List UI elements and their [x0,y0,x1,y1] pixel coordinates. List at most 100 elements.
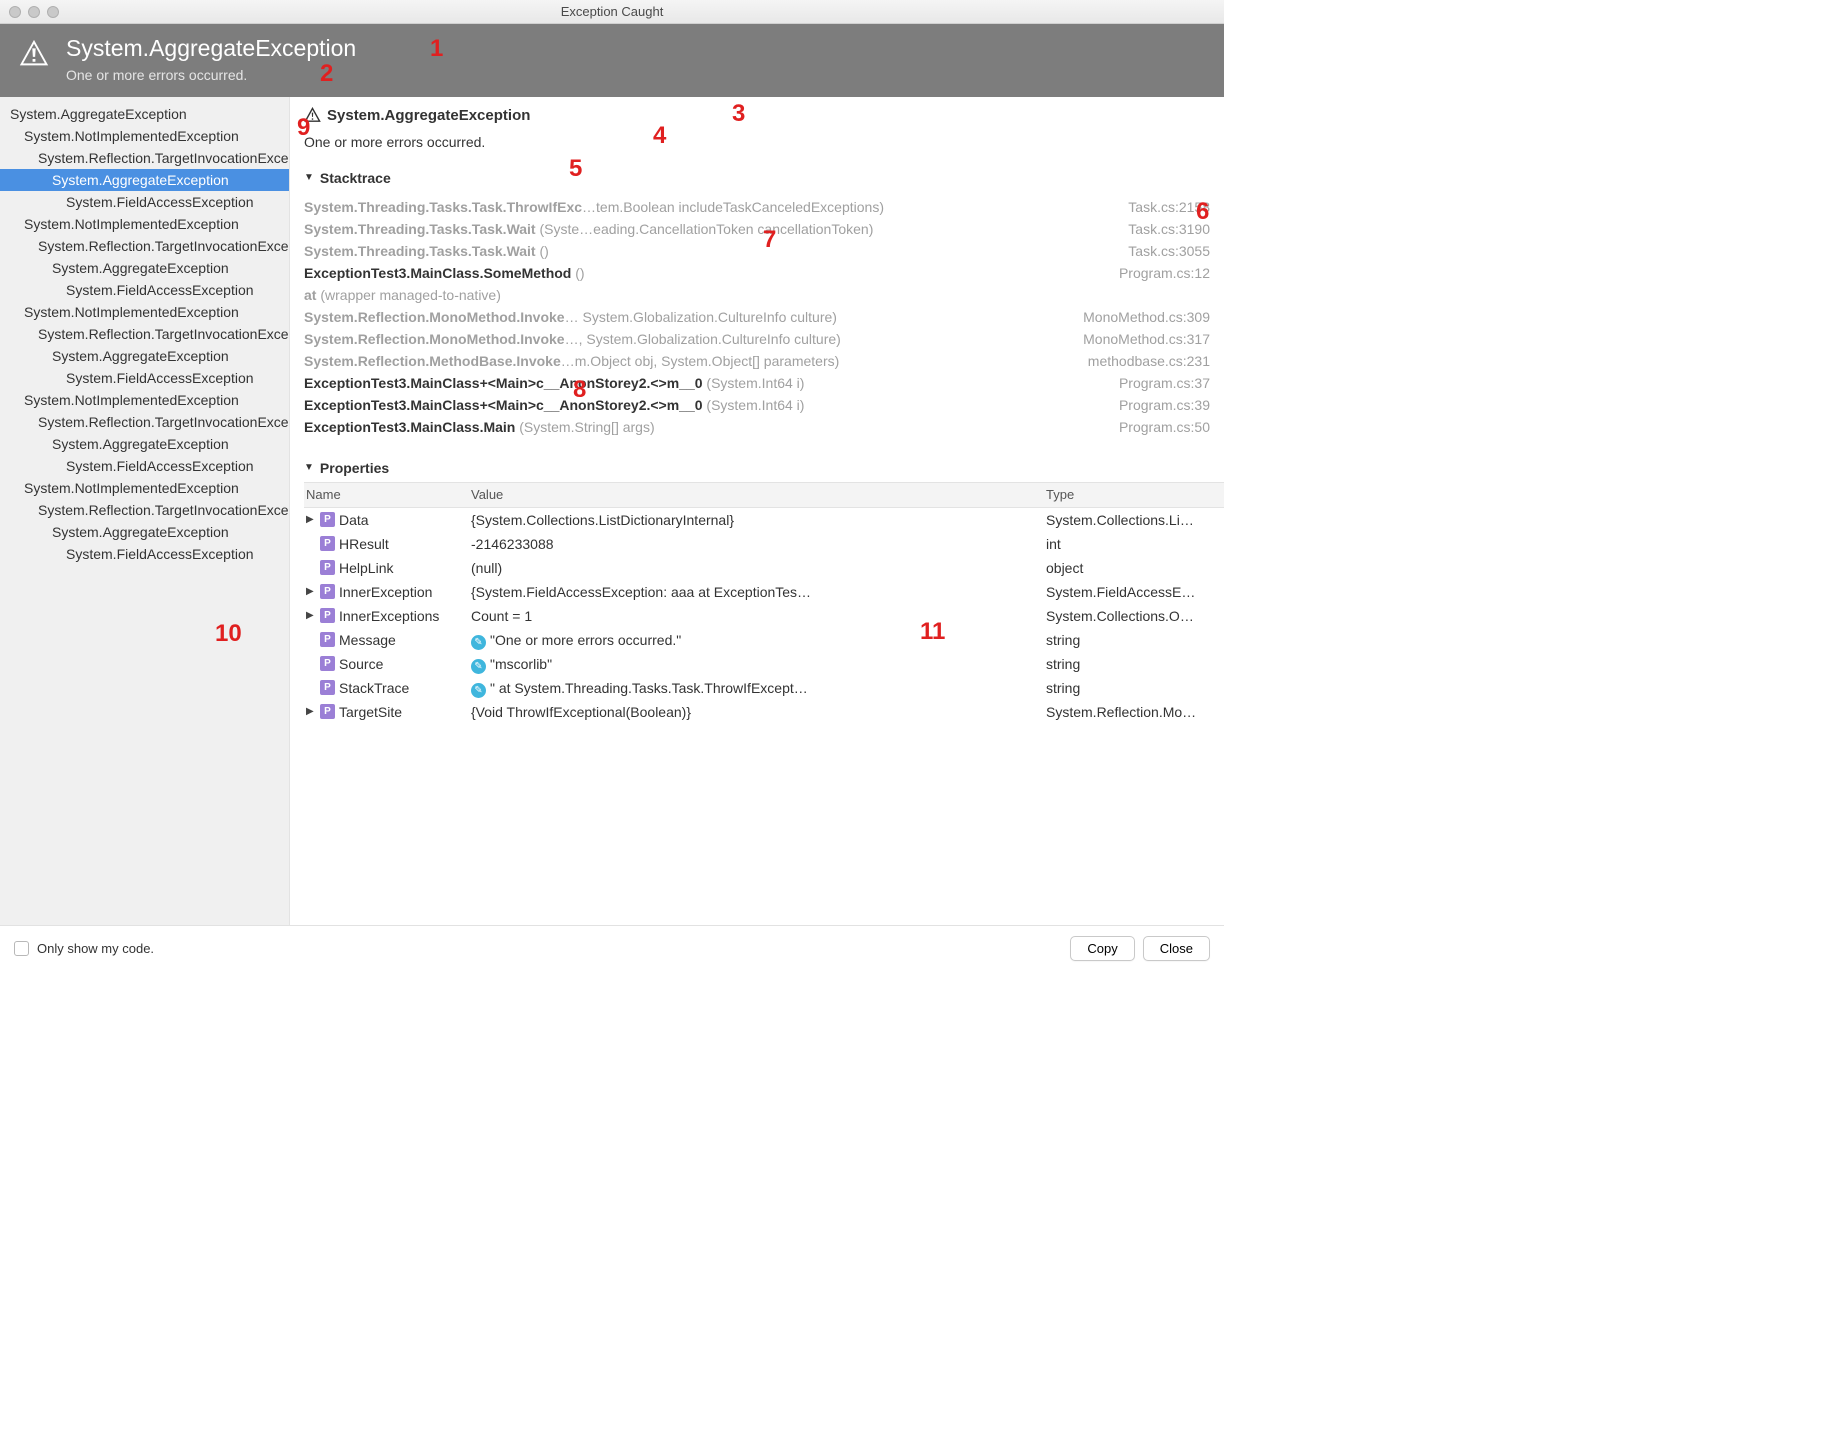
column-name: Name [304,483,469,507]
property-badge-icon: P [320,560,335,575]
property-row[interactable]: ▶ P Data {System.Collections.ListDictionary… [304,508,1224,532]
property-type: System.FieldAccessE… [1044,580,1224,604]
dialog-header: System.AggregateException One or more er… [0,24,1224,97]
detail-exception-type: System.AggregateException [327,107,530,124]
tree-item[interactable]: System.Reflection.TargetInvocationExcept… [0,235,289,257]
tree-item[interactable]: System.NotImplementedException [0,213,289,235]
property-name: Source [339,652,383,676]
chevron-down-icon: ▼ [304,172,314,183]
tree-item[interactable]: System.NotImplementedException [0,477,289,499]
chevron-right-icon[interactable]: ▶ [306,604,316,628]
property-value: ✎"mscorlib" [469,652,1044,676]
property-value: {System.Collections.ListDictionaryIntern… [469,508,1044,532]
tree-item[interactable]: System.Reflection.TargetInvocationExcept… [0,411,289,433]
property-row[interactable]: PMessage✎"One or more errors occurred."s… [304,628,1224,652]
property-value: (null) [469,556,1044,580]
property-type: System.Collections.Li… [1044,508,1224,532]
stacktrace-row[interactable]: System.Reflection.MethodBase.Invoke…m.Ob… [304,350,1210,372]
property-name: Message [339,628,396,652]
detail-exception-message: One or more errors occurred. [304,134,1210,150]
tree-item[interactable]: System.AggregateException [0,521,289,543]
tree-item[interactable]: System.Reflection.TargetInvocationExcept… [0,323,289,345]
property-name: HelpLink [339,556,393,580]
property-row[interactable]: ▶PInnerException{System.FieldAccessExcep… [304,580,1224,604]
properties-label: Properties [320,460,389,476]
property-row[interactable]: PSource✎"mscorlib"string [304,652,1224,676]
exception-message: One or more errors occurred. [66,67,356,83]
property-type: string [1044,676,1224,700]
stacktrace-label: Stacktrace [320,170,391,186]
exception-dialog: Exception Caught System.AggregateExcepti… [0,0,1224,970]
property-row[interactable]: PStackTrace✎" at System.Threading.Tasks.… [304,676,1224,700]
chevron-right-icon[interactable]: ▶ [306,508,316,532]
stacktrace-row[interactable]: System.Threading.Tasks.Task.Wait ()Task.… [304,240,1210,262]
property-value: {Void ThrowIfExceptional(Boolean)} [469,700,1044,724]
copy-button[interactable]: Copy [1070,936,1134,961]
visualizer-icon[interactable]: ✎ [471,635,486,650]
visualizer-icon[interactable]: ✎ [471,659,486,674]
property-badge-icon: P [320,536,335,551]
property-value: Count = 1 [469,604,1044,628]
warning-triangle-icon [304,107,321,124]
tree-item[interactable]: System.FieldAccessException [0,455,289,477]
chevron-right-icon[interactable]: ▶ [306,580,316,604]
chevron-right-icon[interactable]: ▶ [306,700,316,724]
tree-item[interactable]: System.NotImplementedException [0,125,289,147]
stacktrace-row[interactable]: ExceptionTest3.MainClass.Main (System.St… [304,416,1210,438]
tree-item[interactable]: System.AggregateException [0,433,289,455]
stacktrace-row[interactable]: ExceptionTest3.MainClass+<Main>c__AnonSt… [304,372,1210,394]
property-badge-icon: P [320,632,335,647]
stacktrace-list: System.Threading.Tasks.Task.ThrowIfExc…t… [290,192,1224,446]
property-row[interactable]: PHResult-2146233088int [304,532,1224,556]
chevron-down-icon: ▼ [304,462,314,473]
property-name: TargetSite [339,700,402,724]
column-type: Type [1044,483,1224,507]
stacktrace-row[interactable]: System.Threading.Tasks.Task.Wait (Syste…… [304,218,1210,240]
property-name: Data [339,508,369,532]
stacktrace-row[interactable]: System.Reflection.MonoMethod.Invoke… Sys… [304,306,1210,328]
visualizer-icon[interactable]: ✎ [471,683,486,698]
property-value: -2146233088 [469,532,1044,556]
tree-item[interactable]: System.Reflection.TargetInvocationExcept… [0,147,289,169]
only-my-code-checkbox[interactable] [14,941,29,956]
tree-item[interactable]: System.NotImplementedException [0,389,289,411]
tree-item[interactable]: System.NotImplementedException [0,301,289,323]
tree-item[interactable]: System.FieldAccessException [0,279,289,301]
property-badge-icon: P [320,608,335,623]
property-row[interactable]: PHelpLink(null)object [304,556,1224,580]
property-row[interactable]: ▶ P TargetSite {Void ThrowIfExceptional(Boo… [304,700,1224,724]
stacktrace-row[interactable]: System.Threading.Tasks.Task.ThrowIfExc…t… [304,196,1210,218]
tree-item[interactable]: System.FieldAccessException [0,543,289,565]
tree-item[interactable]: System.Reflection.TargetInvocationExcept… [0,499,289,521]
properties-section-toggle[interactable]: ▼ Properties [290,446,1224,482]
tree-item[interactable]: System.AggregateException [0,103,289,125]
property-name: InnerException [339,580,432,604]
stacktrace-row[interactable]: ExceptionTest3.MainClass+<Main>c__AnonSt… [304,394,1210,416]
window-title: Exception Caught [0,4,1224,19]
property-type: System.Collections.O… [1044,604,1224,628]
property-type: int [1044,532,1224,556]
only-my-code-label: Only show my code. [37,941,154,956]
exception-tree[interactable]: System.AggregateExceptionSystem.NotImple… [0,97,290,925]
tree-item[interactable]: System.AggregateException [0,345,289,367]
stacktrace-row[interactable]: at (wrapper managed-to-native) [304,284,1210,306]
column-value: Value [469,483,1044,507]
tree-item[interactable]: System.FieldAccessException [0,191,289,213]
property-row[interactable]: ▶PInnerExceptionsCount = 1System.Collect… [304,604,1224,628]
property-value: ✎" at System.Threading.Tasks.Task.ThrowI… [469,676,1044,700]
exception-type-title: System.AggregateException [66,34,356,63]
tree-item[interactable]: System.AggregateException [0,257,289,279]
close-button[interactable]: Close [1143,936,1210,961]
property-badge-icon: P [320,704,335,719]
property-type: System.Reflection.Mo… [1044,700,1224,724]
property-badge-icon: P [320,512,335,527]
titlebar: Exception Caught [0,0,1224,24]
property-badge-icon: P [320,584,335,599]
stacktrace-row[interactable]: System.Reflection.MonoMethod.Invoke…, Sy… [304,328,1210,350]
tree-item[interactable]: System.AggregateException [0,169,289,191]
stacktrace-section-toggle[interactable]: ▼ Stacktrace [290,156,1224,192]
property-badge-icon: P [320,680,335,695]
properties-header-row: Name Value Type [304,482,1224,508]
stacktrace-row[interactable]: ExceptionTest3.MainClass.SomeMethod ()Pr… [304,262,1210,284]
tree-item[interactable]: System.FieldAccessException [0,367,289,389]
